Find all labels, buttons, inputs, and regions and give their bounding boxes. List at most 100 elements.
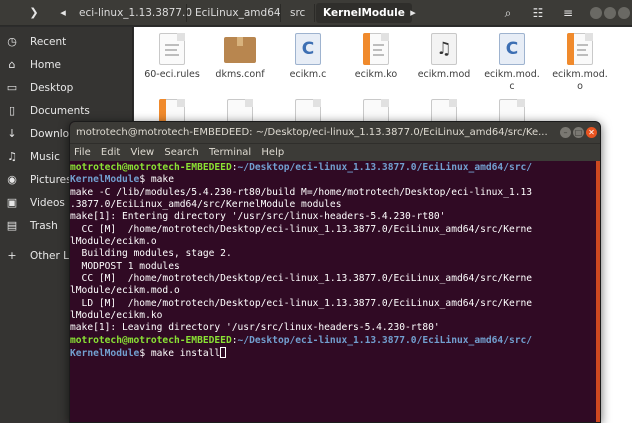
prompt-path: KernelModule bbox=[70, 348, 140, 360]
file-name: ecikm.mod. c bbox=[484, 69, 540, 92]
file-item[interactable]: C ecikm.mod. c bbox=[479, 33, 545, 93]
menu-edit[interactable]: Edit bbox=[101, 147, 120, 158]
object-file-icon bbox=[567, 33, 593, 65]
menu-terminal[interactable]: Terminal bbox=[209, 147, 251, 158]
terminal-line: motrotech@motrotech-EMBEDEED:~/Desktop/e… bbox=[70, 162, 600, 174]
terminal-line: LD [M] /home/motrotech/Desktop/eci-linux… bbox=[70, 297, 533, 309]
terminal-menu-bar: File Edit View Search Terminal Help bbox=[70, 143, 600, 161]
close-icon[interactable]: ✕ bbox=[586, 127, 597, 138]
download-icon: ↓ bbox=[7, 127, 17, 140]
sidebar-item-recent[interactable]: ◷ Recent bbox=[0, 30, 133, 53]
terminal-line: lModule/ecikm.o bbox=[70, 236, 157, 248]
terminal-line: KernelModule$ make install bbox=[70, 347, 600, 359]
text-cursor bbox=[220, 347, 227, 359]
menu-icon[interactable]: ≡ bbox=[556, 3, 580, 23]
sidebar-item-label: Documents bbox=[30, 104, 90, 117]
prompt-user: motrotech@motrotech-EMBEDEED bbox=[70, 162, 232, 173]
sidebar-item-label: Trash bbox=[30, 219, 58, 232]
chevron-right-icon[interactable]: ❯ bbox=[24, 3, 44, 23]
plus-icon: + bbox=[7, 249, 17, 262]
breadcrumb-divider bbox=[314, 4, 315, 22]
sidebar-item-label: Videos bbox=[30, 196, 65, 209]
terminal-line: motrotech@motrotech-EMBEDEED:~/Desktop/e… bbox=[70, 335, 600, 347]
document-icon: ▯ bbox=[8, 104, 16, 117]
desktop-icon: ▭ bbox=[6, 81, 18, 94]
prompt-path: ~/Desktop/eci-linux_1.13.3877.0/EciLinux… bbox=[237, 334, 533, 346]
command-text: $ make bbox=[139, 174, 174, 186]
sidebar-item-label: Music bbox=[30, 150, 60, 163]
music-icon: ♫ bbox=[7, 150, 17, 163]
c-source-file-icon: C bbox=[295, 33, 321, 65]
breadcrumb-item[interactable]: EciLinux_amd64 bbox=[188, 3, 288, 23]
prompt-user: motrotech@motrotech-EMBEDEED bbox=[70, 334, 232, 346]
file-item[interactable]: ecikm.ko bbox=[343, 33, 409, 81]
music-file-icon: ♫ bbox=[431, 33, 457, 65]
file-item[interactable]: C ecikm.c bbox=[275, 33, 341, 81]
terminal-line: CC [M] /home/motrotech/Desktop/eci-linux… bbox=[70, 223, 533, 235]
search-icon[interactable]: ⌕ bbox=[496, 3, 520, 23]
file-name: ecikm.mod bbox=[417, 69, 471, 80]
menu-view[interactable]: View bbox=[130, 147, 154, 158]
menu-file[interactable]: File bbox=[74, 147, 91, 158]
maximize-icon[interactable] bbox=[604, 7, 616, 19]
terminal-line: MODPOST 1 modules bbox=[70, 260, 180, 272]
breadcrumb-item[interactable]: src bbox=[283, 3, 312, 23]
sidebar-item-documents[interactable]: ▯ Documents bbox=[0, 99, 133, 122]
terminal-title: motrotech@motrotech-EMBEDEED: ~/Desktop/… bbox=[76, 127, 548, 138]
object-file-icon bbox=[363, 33, 389, 65]
c-source-file-icon: C bbox=[499, 33, 525, 65]
minimize-icon[interactable] bbox=[590, 7, 602, 19]
terminal-window[interactable]: motrotech@motrotech-EMBEDEED: ~/Desktop/… bbox=[69, 121, 601, 423]
trash-icon: ▤ bbox=[6, 219, 18, 232]
terminal-line: make[1]: Leaving directory '/usr/src/lin… bbox=[70, 322, 440, 334]
terminal-line: make -C /lib/modules/5.4.230-rt80/build … bbox=[70, 186, 533, 198]
terminal-output[interactable]: motrotech@motrotech-EMBEDEED:~/Desktop/e… bbox=[70, 161, 600, 422]
sidebar-item-label: Pictures bbox=[30, 173, 72, 186]
home-icon: ⌂ bbox=[8, 58, 16, 71]
breadcrumb-divider bbox=[280, 4, 281, 22]
video-icon: ▣ bbox=[6, 196, 18, 209]
sidebar-item-home[interactable]: ⌂ Home bbox=[0, 53, 133, 76]
menu-help[interactable]: Help bbox=[261, 147, 284, 158]
files-header-bar: ❯ ◂ eci-linux_1.13.3877.0 EciLinux_amd64… bbox=[0, 0, 632, 26]
file-name: ecikm.ko bbox=[354, 69, 398, 80]
text-file-icon bbox=[159, 33, 185, 65]
minimize-icon[interactable]: – bbox=[560, 127, 571, 138]
terminal-scrollbar[interactable] bbox=[596, 161, 600, 422]
file-item[interactable]: 60-eci.rules bbox=[139, 33, 205, 81]
maximize-icon[interactable]: □ bbox=[573, 127, 584, 138]
sidebar-item-desktop[interactable]: ▭ Desktop bbox=[0, 76, 133, 99]
file-item[interactable]: ecikm.mod. o bbox=[547, 33, 613, 93]
terminal-line: KernelModule$ make bbox=[70, 174, 600, 186]
terminal-title-bar[interactable]: motrotech@motrotech-EMBEDEED: ~/Desktop/… bbox=[70, 122, 600, 143]
file-item[interactable]: dkms.conf bbox=[207, 33, 273, 81]
breadcrumb-divider bbox=[186, 4, 187, 22]
terminal-line: make[1]: Entering directory '/usr/src/li… bbox=[70, 211, 446, 223]
package-icon bbox=[224, 33, 256, 65]
chevron-left-icon[interactable]: ◂ bbox=[56, 3, 70, 23]
view-list-icon[interactable]: ☷ bbox=[526, 3, 550, 23]
terminal-line: Building modules, stage 2. bbox=[70, 248, 232, 260]
breadcrumb-current[interactable]: KernelModule bbox=[316, 3, 412, 23]
close-icon[interactable] bbox=[618, 7, 630, 19]
sidebar-item-label: Desktop bbox=[30, 81, 74, 94]
terminal-line: lModule/ecikm.ko bbox=[70, 310, 163, 322]
prompt-path: ~/Desktop/eci-linux_1.13.3877.0/EciLinux… bbox=[237, 162, 533, 173]
file-name: ecikm.c bbox=[289, 69, 327, 80]
prompt-path: KernelModule bbox=[70, 174, 140, 186]
file-name: dkms.conf bbox=[215, 69, 265, 80]
command-text: $ make install bbox=[139, 348, 221, 360]
file-name: 60-eci.rules bbox=[144, 69, 200, 80]
breadcrumb-item[interactable]: eci-linux_1.13.3877.0 bbox=[72, 3, 199, 23]
camera-icon: ◉ bbox=[7, 173, 17, 186]
file-item[interactable]: ♫ ecikm.mod bbox=[411, 33, 477, 81]
menu-search[interactable]: Search bbox=[164, 147, 198, 158]
file-name: ecikm.mod. o bbox=[552, 69, 608, 92]
sidebar-item-label: Downlo bbox=[30, 127, 70, 140]
terminal-line: CC [M] /home/motrotech/Desktop/eci-linux… bbox=[70, 273, 533, 285]
terminal-line: lModule/ecikm.mod.o bbox=[70, 285, 180, 297]
terminal-line: .3877.0/EciLinux_amd64/src/KernelModule … bbox=[70, 199, 342, 211]
sidebar-item-label: Recent bbox=[30, 35, 67, 48]
clock-icon: ◷ bbox=[7, 35, 17, 48]
chevron-right-icon[interactable]: ▸ bbox=[406, 3, 420, 23]
